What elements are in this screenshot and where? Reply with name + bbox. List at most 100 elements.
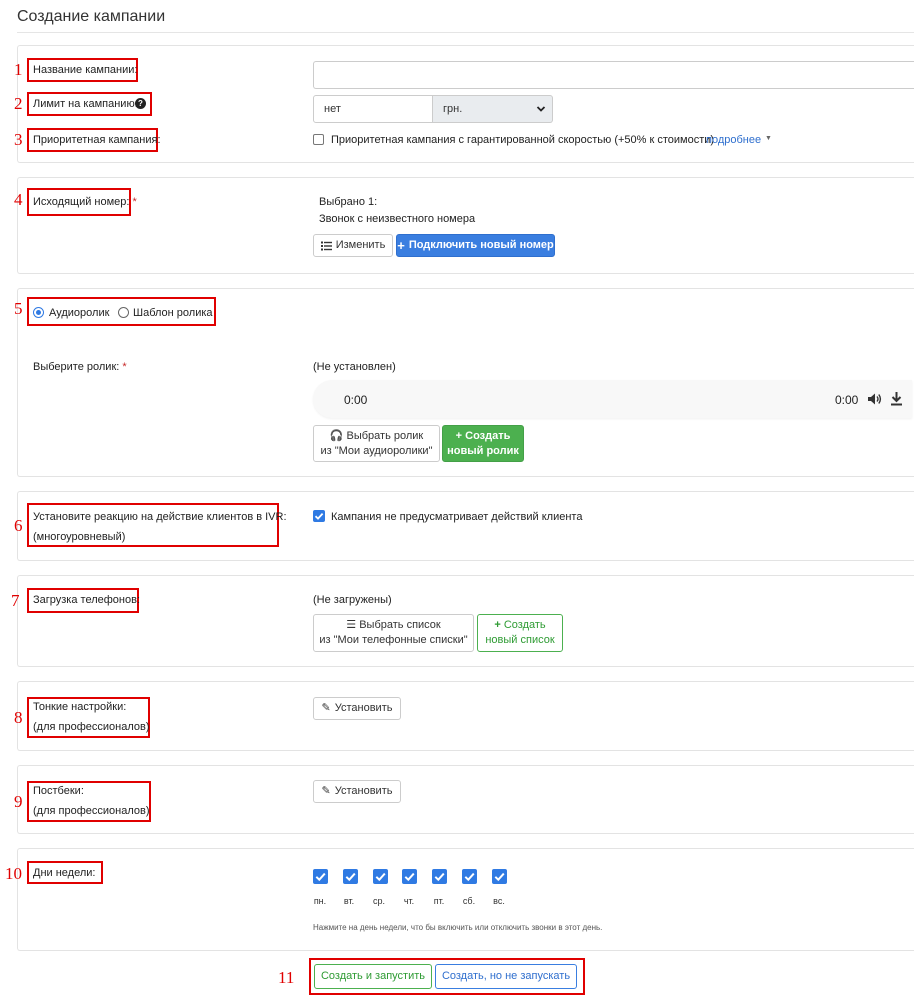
download-icon[interactable] bbox=[890, 391, 903, 406]
checkmark-icon bbox=[375, 872, 386, 882]
section-outgoing-number bbox=[17, 177, 914, 274]
choose-list-button[interactable]: ☰ Выбрать список из "Мои телефонные спис… bbox=[313, 614, 474, 652]
create-list-line1: + Создать bbox=[494, 619, 546, 632]
weekday-checkbox[interactable] bbox=[343, 869, 358, 884]
postbacks-set-button[interactable]: ✎ Установить bbox=[313, 780, 401, 803]
chevron-down-icon bbox=[536, 106, 546, 112]
audio-status: (Не установлен) bbox=[313, 361, 396, 373]
annotation-number: 5 bbox=[14, 299, 23, 318]
campaign-limit-input[interactable]: нет bbox=[313, 95, 433, 123]
checkmark-icon bbox=[464, 872, 475, 882]
annotation-number: 9 bbox=[14, 792, 23, 811]
annotation-number: 11 bbox=[278, 968, 295, 987]
campaign-name-label: Название кампании: bbox=[33, 64, 138, 76]
radio-audio[interactable] bbox=[33, 307, 44, 318]
create-and-start-button[interactable]: Создать и запустить bbox=[314, 964, 432, 989]
fine-settings-label-sub: (для профессионалов) bbox=[33, 721, 150, 733]
weekday-label: вс. bbox=[493, 896, 505, 906]
pencil-icon: ✎ bbox=[321, 785, 331, 798]
weekdays-hint: Нажмите на день недели, что бы включить … bbox=[313, 923, 603, 932]
outgoing-number-label: Исходящий номер: * bbox=[33, 196, 137, 208]
create-no-start-label: Создать, но не запускать bbox=[441, 970, 571, 983]
ivr-label: Установите реакцию на действие клиентов … bbox=[33, 511, 287, 523]
pencil-icon: ✎ bbox=[321, 702, 331, 715]
create-list-button[interactable]: + Создать новый список bbox=[477, 614, 563, 652]
checkmark-icon bbox=[314, 512, 324, 520]
choose-list-line1: ☰ Выбрать список bbox=[346, 619, 441, 632]
priority-checkbox-label[interactable]: Приоритетная кампания с гарантированной … bbox=[331, 134, 714, 146]
volume-icon[interactable] bbox=[867, 392, 882, 406]
phones-status: (Не загружены) bbox=[313, 594, 392, 606]
page-title: Создание кампании bbox=[17, 8, 166, 25]
weekday-checkbox[interactable] bbox=[492, 869, 507, 884]
weekday-label: чт. bbox=[403, 896, 415, 906]
create-no-start-button[interactable]: Создать, но не запускать bbox=[435, 964, 577, 989]
create-and-start-label: Создать и запустить bbox=[320, 970, 425, 983]
fine-settings-label: Тонкие настройки: bbox=[33, 701, 127, 713]
weekday-label: пт. bbox=[433, 896, 445, 906]
audio-total-time: 0:00 bbox=[835, 393, 859, 407]
audio-current-time: 0:00 bbox=[344, 393, 368, 407]
plus-icon: + bbox=[494, 619, 501, 632]
checkmark-icon bbox=[434, 872, 445, 882]
checkmark-icon bbox=[404, 872, 415, 882]
change-number-label: Изменить bbox=[335, 239, 386, 252]
audio-player[interactable]: 0:00 0:00 bbox=[313, 380, 912, 418]
priority-checkbox[interactable] bbox=[313, 134, 324, 145]
annotation-number: 1 bbox=[14, 60, 23, 79]
checkmark-icon bbox=[345, 872, 356, 882]
section-fine-settings bbox=[17, 681, 914, 751]
campaign-name-input[interactable] bbox=[313, 61, 914, 89]
create-audio-line1: + Создать bbox=[455, 429, 511, 442]
outgoing-selected-value: Звонок с неизвестного номера bbox=[319, 213, 476, 225]
weekday-checkbox[interactable] bbox=[373, 869, 388, 884]
postbacks-label-sub: (для профессионалов) bbox=[33, 805, 150, 817]
plus-icon: + bbox=[397, 238, 405, 253]
phones-label: Загрузка телефонов: bbox=[33, 594, 141, 606]
annotation-number: 2 bbox=[14, 94, 23, 113]
title-divider bbox=[17, 32, 914, 33]
weekday-label: ср. bbox=[372, 896, 385, 906]
fine-settings-set-label: Установить bbox=[334, 702, 393, 715]
plus-icon: + bbox=[455, 429, 463, 442]
connect-number-button[interactable]: + Подключить новый номер bbox=[396, 234, 555, 257]
campaign-limit-label: Лимит на кампанию: bbox=[33, 98, 138, 110]
section-postbacks bbox=[17, 765, 914, 834]
help-icon[interactable]: ? bbox=[135, 98, 146, 109]
ivr-checkbox[interactable] bbox=[313, 510, 325, 522]
currency-select[interactable]: грн. bbox=[433, 95, 553, 123]
radio-audio-label[interactable]: Аудиоролик bbox=[49, 307, 109, 319]
ivr-checkbox-label[interactable]: Кампания не предусматривает действий кли… bbox=[331, 511, 582, 523]
radio-template-label[interactable]: Шаблон ролика bbox=[133, 307, 213, 319]
change-number-button[interactable]: Изменить bbox=[313, 234, 393, 257]
outgoing-selected-count: Выбрано 1: bbox=[319, 196, 378, 208]
radio-template[interactable] bbox=[118, 307, 129, 318]
weekday-checkbox[interactable] bbox=[402, 869, 417, 884]
weekday-checkbox[interactable] bbox=[462, 869, 477, 884]
postbacks-set-label: Установить bbox=[334, 785, 393, 798]
caret-down-icon[interactable]: ▼ bbox=[765, 135, 772, 142]
choose-audio-label: Выберите ролик: * bbox=[33, 361, 127, 373]
headphones-icon: 🎧 bbox=[329, 429, 344, 442]
list-icon: ☰ bbox=[346, 619, 357, 632]
priority-label: Приоритетная кампания: bbox=[33, 134, 161, 146]
annotation-number: 4 bbox=[14, 190, 23, 209]
weekday-label: пн. bbox=[313, 896, 327, 906]
choose-audio-button[interactable]: 🎧 Выбрать ролик из "Мои аудиоролики" bbox=[313, 425, 440, 462]
create-audio-button[interactable]: + Создать новый ролик bbox=[442, 425, 524, 462]
annotation-number: 7 bbox=[11, 591, 20, 610]
connect-number-label: Подключить новый номер bbox=[408, 239, 554, 252]
weekday-checkbox[interactable] bbox=[432, 869, 447, 884]
ivr-label-sub: (многоуровневый) bbox=[33, 531, 126, 543]
checkmark-icon bbox=[494, 872, 505, 882]
annotation-number: 8 bbox=[14, 708, 23, 727]
annotation-number: 3 bbox=[14, 130, 23, 149]
choose-audio-line2: из "Мои аудиоролики" bbox=[320, 444, 433, 457]
priority-more-link[interactable]: подробнее bbox=[706, 134, 761, 146]
weekday-checkbox[interactable] bbox=[313, 869, 328, 884]
weekday-label: вт. bbox=[343, 896, 355, 906]
postbacks-label: Постбеки: bbox=[33, 785, 84, 797]
fine-settings-set-button[interactable]: ✎ Установить bbox=[313, 697, 401, 720]
create-list-line2: новый список bbox=[485, 634, 555, 646]
annotation-number: 10 bbox=[5, 864, 22, 883]
